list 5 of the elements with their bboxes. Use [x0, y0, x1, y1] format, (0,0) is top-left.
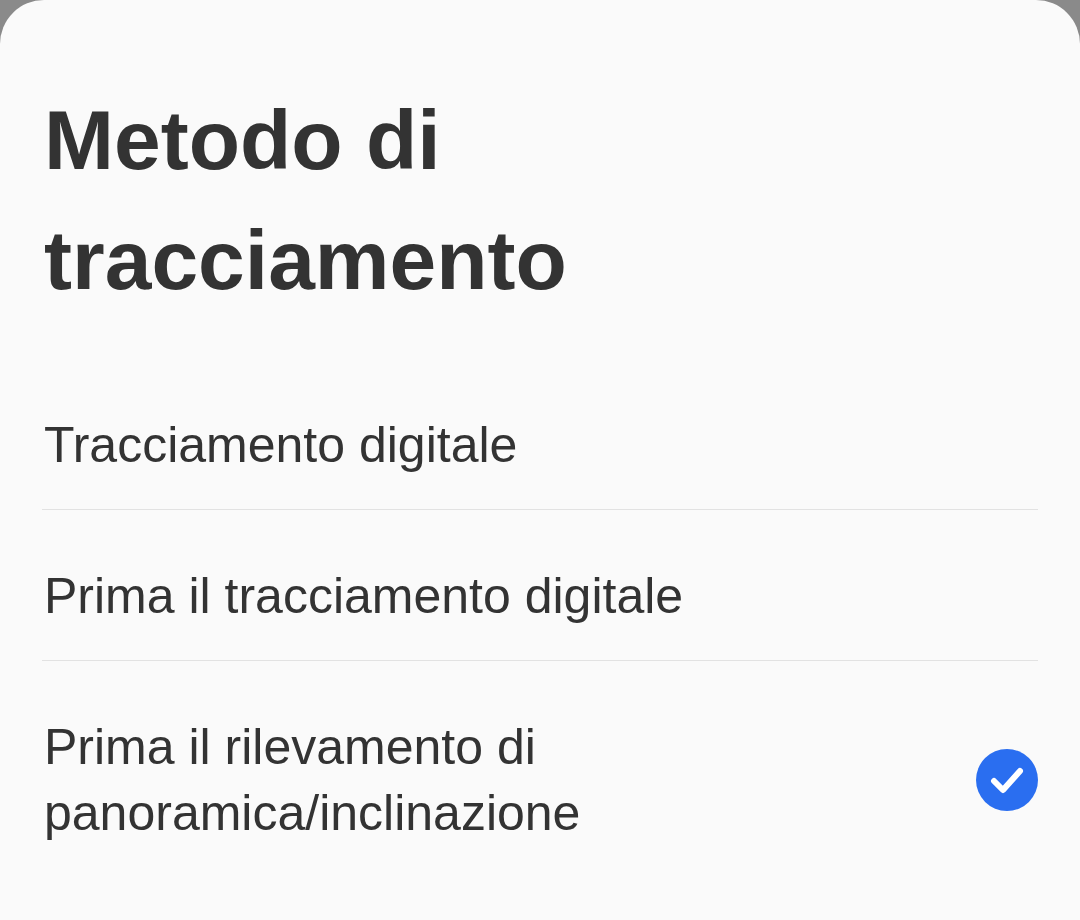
check-icon — [976, 749, 1038, 811]
option-item[interactable]: Prima il rilevamento di panoramica/inclinazione — [42, 661, 1038, 877]
option-item[interactable]: Tracciamento digitale — [42, 359, 1038, 510]
dialog-title: Metodo di tracciamento — [43, 92, 568, 309]
option-item[interactable]: Prima il tracciamento digitale — [42, 510, 1038, 661]
